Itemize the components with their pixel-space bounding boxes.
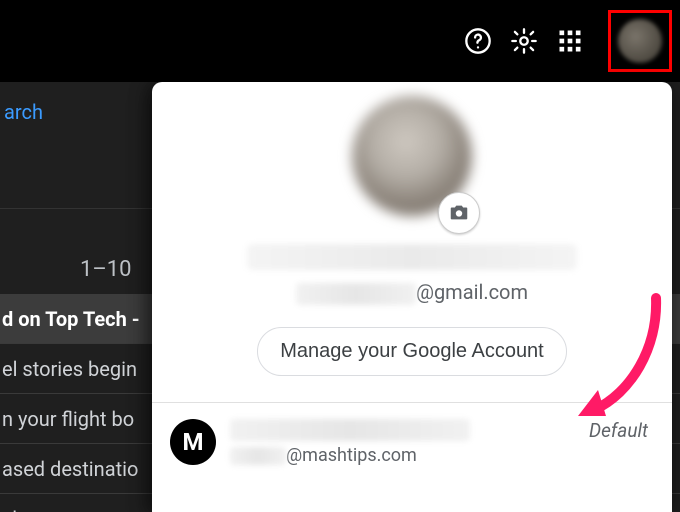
- gear-icon[interactable]: [510, 27, 538, 55]
- account-logo: M: [170, 419, 216, 465]
- profile-name-redacted: [247, 244, 577, 270]
- apps-grid-icon[interactable]: [556, 27, 584, 55]
- secondary-name-redacted: [230, 419, 470, 441]
- camera-icon[interactable]: [438, 192, 480, 234]
- account-avatar-highlight: [608, 10, 672, 72]
- app-header: [0, 0, 680, 82]
- secondary-email: @mashtips.com: [230, 445, 470, 466]
- advanced-search-link[interactable]: arch: [2, 100, 43, 124]
- email-local-redacted: [296, 283, 416, 305]
- secondary-account-row[interactable]: M @mashtips.com Default: [152, 403, 672, 466]
- help-icon[interactable]: [464, 27, 492, 55]
- secondary-email-local-redacted: [230, 447, 286, 465]
- account-avatar[interactable]: [618, 19, 662, 63]
- account-switcher-popup: @gmail.com Manage your Google Account M …: [152, 82, 672, 512]
- pagination-count: 1–10: [80, 257, 132, 282]
- default-badge: Default: [589, 419, 648, 442]
- manage-account-button[interactable]: Manage your Google Account: [257, 327, 567, 376]
- profile-email: @gmail.com: [152, 280, 672, 305]
